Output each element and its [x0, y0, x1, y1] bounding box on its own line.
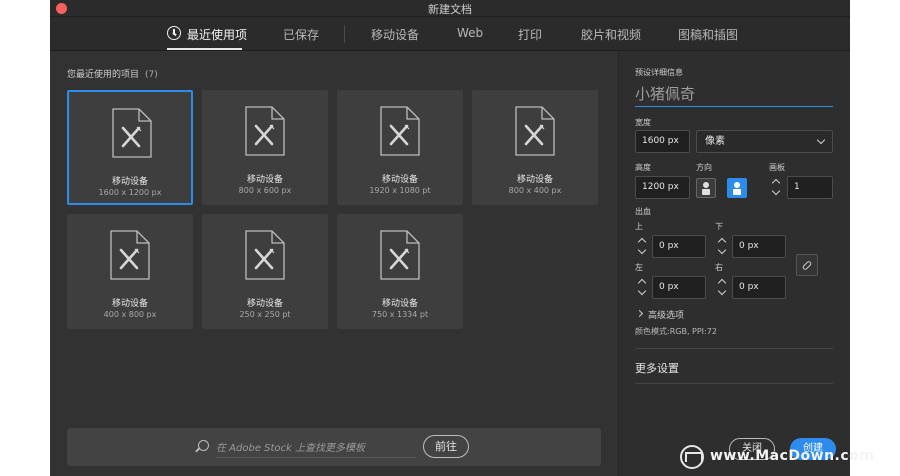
advanced-options-toggle[interactable]: 高级选项 [648, 308, 684, 321]
width-input[interactable]: 1600 px [635, 130, 690, 153]
preset-details-header: 预设详细信息 [635, 68, 683, 77]
preset-name-input[interactable]: 小猪佩奇 [635, 83, 833, 107]
preset-card[interactable]: 移动设备 1600 x 1200 px [67, 90, 193, 205]
landscape-icon [733, 182, 741, 195]
tab-separator [344, 25, 345, 43]
tab-web[interactable]: Web [457, 26, 483, 40]
chevron-down-icon [816, 135, 826, 145]
bleed-label: 出血 [635, 207, 651, 216]
artboards-input[interactable]: 1 [787, 176, 833, 199]
portrait-icon [702, 182, 710, 195]
preset-size: 750 x 1334 pt [371, 310, 429, 319]
document-icon [380, 106, 420, 156]
artboards-label: 画板 [769, 163, 785, 172]
tab-art-illustration[interactable]: 图稿和插图 [678, 26, 738, 43]
chevron-right-icon[interactable] [635, 309, 644, 318]
bleed-bottom-input[interactable]: 0 px [732, 235, 786, 258]
preset-card[interactable]: 移动设备 1920 x 1080 pt [337, 90, 463, 205]
clock-icon [167, 26, 181, 40]
preset-size: 800 x 400 px [508, 186, 562, 195]
bleed-bottom-label: 下 [715, 222, 723, 231]
stock-search-input[interactable]: 在 Adobe Stock 上查找更多模板 [216, 439, 416, 458]
window-title: 新建文档 [428, 3, 472, 16]
document-icon [112, 108, 152, 158]
chevron-down-icon [637, 286, 647, 296]
preset-name: 移动设备 [111, 299, 148, 309]
chevron-down-icon [771, 186, 781, 196]
color-mode-info: 颜色模式:RGB, PPI:72 [635, 327, 717, 336]
go-button[interactable]: 前往 [423, 435, 469, 458]
width-label: 宽度 [635, 118, 651, 127]
preset-name: 移动设备 [246, 299, 283, 309]
macdown-watermark: www.MacDown.com [680, 443, 900, 471]
bleed-top-input[interactable]: 0 px [652, 235, 706, 258]
document-icon [380, 230, 420, 280]
macdown-logo-icon [680, 445, 704, 469]
recent-documents-area: 您最近使用的项目 (7) 移动设备 1600 x 1200 px 移动设备 800… [50, 51, 618, 476]
tab-print[interactable]: 打印 [518, 26, 542, 43]
category-tabs: 最近使用项 已保存 移动设备 Web 打印 胶片和视频 图稿和插图 [50, 17, 850, 51]
units-select-value: 像素 [705, 136, 725, 147]
link-icon [801, 260, 813, 271]
preset-name: 移动设备 [111, 177, 148, 187]
recent-section-title: 您最近使用的项目 (7) [67, 67, 158, 80]
preset-card[interactable]: 移动设备 800 x 400 px [472, 90, 598, 205]
document-icon [245, 230, 285, 280]
preset-name: 移动设备 [381, 175, 418, 185]
bleed-top-label: 上 [635, 222, 643, 231]
document-icon [515, 106, 555, 156]
artboards-stepper[interactable] [769, 176, 785, 199]
bleed-bottom-stepper[interactable] [715, 235, 731, 258]
preset-size: 400 x 800 px [103, 310, 157, 319]
orientation-label: 方向 [696, 163, 712, 172]
active-tab-indicator [167, 48, 242, 50]
height-input[interactable]: 1200 px [635, 176, 690, 199]
landscape-orientation-button[interactable] [727, 178, 747, 198]
preset-details-panel: 预设详细信息 小猪佩奇 宽度 1600 px 像素 高度 方向 画板 1200 … [618, 51, 850, 476]
bleed-right-label: 右 [715, 263, 723, 272]
bleed-left-label: 左 [635, 263, 643, 272]
preset-card[interactable]: 移动设备 250 x 250 pt [202, 214, 328, 329]
preset-name: 移动设备 [516, 175, 553, 185]
bleed-right-stepper[interactable] [715, 276, 731, 299]
chevron-down-icon [637, 245, 647, 255]
bleed-left-input[interactable]: 0 px [652, 276, 706, 299]
preset-size: 800 x 600 px [238, 186, 292, 195]
watermark-text: www.MacDown.com [710, 448, 875, 464]
preset-card[interactable]: 移动设备 400 x 800 px [67, 214, 193, 329]
link-bleed-button[interactable] [796, 254, 818, 276]
preset-name: 移动设备 [381, 299, 418, 309]
preset-card[interactable]: 移动设备 800 x 600 px [202, 90, 328, 205]
preset-size: 250 x 250 pt [239, 310, 291, 319]
divider [635, 348, 833, 349]
more-settings-button[interactable]: 更多设置 [635, 360, 679, 376]
chevron-down-icon [717, 286, 727, 296]
tab-recent[interactable]: 最近使用项 [187, 26, 247, 43]
tab-mobile[interactable]: 移动设备 [371, 26, 419, 43]
tab-film-video[interactable]: 胶片和视频 [581, 26, 641, 43]
bleed-top-stepper[interactable] [635, 235, 651, 258]
bleed-left-stepper[interactable] [635, 276, 651, 299]
adobe-stock-search-bar: 在 Adobe Stock 上查找更多模板 前往 [67, 428, 601, 466]
title-bar: 新建文档 [50, 0, 850, 17]
preset-card[interactable]: 移动设备 750 x 1334 pt [337, 214, 463, 329]
recent-title-text: 您最近使用的项目 [67, 70, 140, 80]
new-document-dialog: 新建文档 最近使用项 已保存 移动设备 Web 打印 胶片和视频 图稿和插图 您… [50, 0, 850, 476]
document-icon [110, 230, 150, 280]
search-icon [198, 440, 209, 451]
portrait-orientation-button[interactable] [696, 178, 716, 198]
units-select[interactable]: 像素 [696, 130, 833, 153]
recent-count: (7) [145, 70, 158, 80]
height-label: 高度 [635, 163, 651, 172]
chevron-down-icon [717, 245, 727, 255]
preset-name: 移动设备 [246, 175, 283, 185]
tab-saved[interactable]: 已保存 [283, 26, 319, 43]
preset-size: 1600 x 1200 px [98, 188, 162, 197]
preset-size: 1920 x 1080 pt [369, 186, 431, 195]
document-icon [245, 106, 285, 156]
divider [635, 383, 833, 384]
bleed-right-input[interactable]: 0 px [732, 276, 786, 299]
